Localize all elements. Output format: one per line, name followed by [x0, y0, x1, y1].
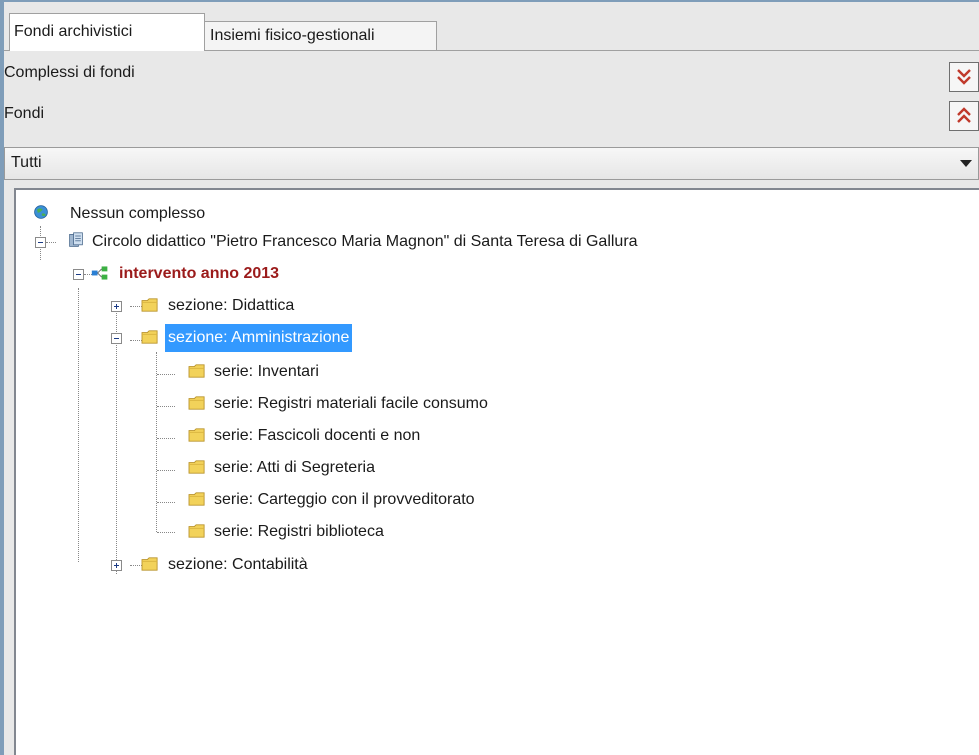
fondi-label: Fondi — [4, 105, 45, 122]
complessi-label: Complessi di fondi — [4, 64, 135, 81]
chevron-double-down-icon — [957, 69, 971, 85]
folder-icon — [188, 364, 205, 378]
tree-node-label: sezione: Didattica — [168, 297, 295, 314]
folder-icon — [188, 524, 205, 538]
folder-icon — [141, 557, 158, 571]
tab-insiemi-fisico-gestionali[interactable]: Insiemi fisico-gestionali — [204, 21, 437, 51]
tab-fondi-archivistici[interactable]: Fondi archivistici — [9, 13, 205, 51]
window: Fondi archivistici Insiemi fisico-gestio… — [0, 0, 979, 755]
filter-dropdown[interactable]: Tutti — [4, 147, 979, 180]
tree-connector — [78, 288, 79, 562]
expand-complessi-button[interactable] — [949, 62, 979, 92]
tree-connector — [157, 470, 175, 471]
tree-panel[interactable]: Nessun complesso Circolo didattico "Piet… — [14, 188, 979, 755]
folder-icon — [188, 460, 205, 474]
tree-node-label: intervento anno 2013 — [119, 265, 280, 282]
tree-connector — [46, 242, 56, 243]
tree-node-label-selected: sezione: Amministrazione — [165, 324, 353, 352]
tree-node-label: serie: Fascicoli docenti e non — [214, 427, 421, 444]
tree-connector — [157, 438, 175, 439]
folder-icon — [188, 396, 205, 410]
database-icon — [69, 232, 83, 247]
globe-icon — [34, 205, 48, 219]
tree-connector — [157, 502, 175, 503]
chevron-double-up-icon — [957, 107, 971, 123]
tree-node-label: serie: Registri biblioteca — [214, 523, 384, 540]
tree-connector — [116, 310, 117, 574]
tree-connector — [156, 352, 157, 532]
collapse-toggle[interactable] — [111, 333, 122, 344]
tree-node-label: Circolo didattico "Pietro Francesco Mari… — [92, 233, 638, 250]
collapse-fondi-button[interactable] — [949, 101, 979, 131]
expand-toggle[interactable] — [111, 301, 122, 312]
tree-node-label: serie: Atti di Segreteria — [214, 459, 375, 476]
tree-connector — [157, 374, 175, 375]
filter-selected-value: Tutti — [11, 154, 42, 171]
tree-connector — [157, 406, 175, 407]
tree-node-label: serie: Inventari — [214, 363, 319, 380]
collapse-toggle[interactable] — [35, 237, 46, 248]
tree-node-label: sezione: Contabilità — [168, 556, 308, 573]
folder-icon — [141, 330, 158, 344]
window-border-top — [0, 0, 979, 2]
tree-node-label: serie: Carteggio con il provveditorato — [214, 491, 475, 508]
folder-icon — [141, 298, 158, 312]
tree-node-label: serie: Registri materiali facile consumo — [214, 395, 488, 412]
network-icon — [91, 266, 108, 280]
tree-node-label: Nessun complesso — [70, 205, 206, 222]
collapse-toggle[interactable] — [73, 269, 84, 280]
folder-icon — [188, 492, 205, 506]
folder-icon — [188, 428, 205, 442]
tree-connector — [157, 532, 175, 533]
chevron-down-icon — [960, 160, 972, 167]
expand-toggle[interactable] — [111, 560, 122, 571]
